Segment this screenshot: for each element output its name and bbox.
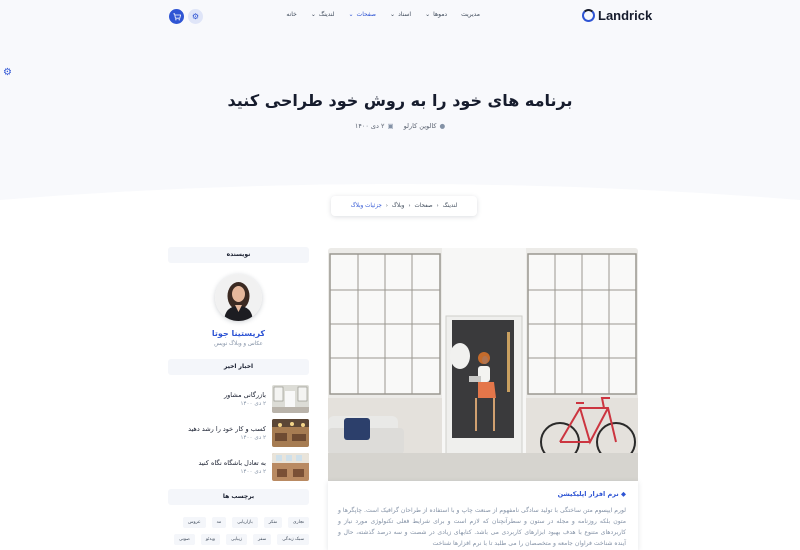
nav-item-admin[interactable]: مدیریت: [461, 11, 480, 18]
chevron-down-icon: ⌄: [390, 10, 396, 18]
user-icon: ●: [439, 122, 446, 130]
avatar-image: [215, 274, 262, 321]
author-avatar[interactable]: [215, 274, 262, 321]
recent-post[interactable]: بازرگانی مشاور ۲ دی ۱۴۰۰: [168, 385, 309, 413]
cart-icon: [172, 12, 181, 20]
tag[interactable]: مد: [211, 517, 227, 528]
tag[interactable]: تفکر: [263, 517, 283, 528]
chevron-left-icon: ‹: [385, 203, 388, 209]
logo-text: Landrick: [598, 8, 653, 23]
tags-heading: برچسب ها: [168, 489, 309, 505]
tag[interactable]: بازاریابی: [232, 517, 258, 528]
logo-icon: [582, 9, 595, 22]
article-text: لورم ایپسوم متن ساختگی با تولید سادگی نا…: [338, 507, 626, 547]
breadcrumb-item[interactable]: لندینگ: [443, 203, 458, 209]
tag-icon: ◆: [618, 490, 626, 498]
post-date: ▣۲ دی ۱۴۰۰: [354, 122, 394, 130]
author-name[interactable]: کریستینا جوتا: [168, 329, 309, 338]
nav-item-landing[interactable]: لندینگ ⌄: [311, 11, 335, 18]
tag[interactable]: عروس: [183, 517, 206, 528]
sidebar: نویسنده کریستینا جوتا عکاس و وبلاگ نویس …: [168, 247, 309, 545]
breadcrumb-current: جزئیات وبلاگ: [350, 203, 382, 209]
article-category[interactable]: ◆ نرم افزار اپلیکیشن: [558, 490, 626, 498]
recent-post-title: به تعادل باشگاه نگاه کنید: [198, 459, 266, 467]
article-body: ◆ نرم افزار اپلیکیشن لورم ایپسوم متن ساخ…: [328, 481, 638, 550]
author-heading: نویسنده: [168, 247, 309, 263]
recent-post-date: ۲ دی ۱۴۰۰: [240, 401, 266, 407]
tag[interactable]: صوتی: [174, 534, 195, 545]
chevron-down-icon: ⌄: [348, 10, 354, 18]
main-menu: خانه لندینگ ⌄ صفحات ⌄ اسناد ⌄ دموها ⌄ مدیریت: [286, 11, 480, 18]
breadcrumb-item[interactable]: وبلاگ: [392, 203, 405, 209]
recent-post-date: ۲ دی ۱۴۰۰: [240, 435, 266, 441]
navbar: Landrick خانه لندینگ ⌄ صفحات ⌄ اسناد ⌄ دموه…: [0, 0, 800, 34]
recent-news-heading: اخبار اخیر: [168, 359, 309, 375]
recent-post-date: ۲ دی ۱۴۰۰: [240, 469, 266, 475]
calendar-icon: ▣: [387, 122, 394, 130]
side-settings-gear-icon[interactable]: ⚙: [3, 67, 14, 78]
tag[interactable]: تجاری: [288, 517, 309, 528]
recent-post-thumbnail: [272, 385, 309, 413]
post-author: ●کالوین کارلو: [403, 122, 446, 130]
tag[interactable]: زیبایی: [226, 534, 247, 545]
gear-icon: ⚙: [191, 12, 200, 21]
article-image: [328, 248, 638, 481]
nav-item-docs[interactable]: اسناد ⌄: [390, 11, 411, 18]
chevron-left-icon: ‹: [436, 203, 439, 209]
nav-item-pages[interactable]: صفحات ⌄: [349, 11, 377, 18]
post-meta: ●کالوین کارلو ▣۲ دی ۱۴۰۰: [0, 122, 800, 130]
settings-button[interactable]: ⚙: [188, 9, 203, 24]
author-role: عکاس و وبلاگ نویس: [214, 341, 263, 347]
tag[interactable]: سفر: [252, 534, 272, 545]
breadcrumb-item[interactable]: صفحات: [415, 203, 433, 209]
nav-item-demos[interactable]: دموها ⌄: [425, 11, 447, 18]
recent-post[interactable]: به تعادل باشگاه نگاه کنید ۲ دی ۱۴۰۰: [168, 453, 309, 481]
chevron-down-icon: ⌄: [425, 10, 431, 18]
logo[interactable]: Landrick: [582, 8, 652, 23]
chevron-left-icon: ‹: [408, 203, 411, 209]
recent-post-title: بازرگانی مشاور: [224, 391, 266, 399]
tag-cloud: تجاری تفکر بازاریابی مد عروس سبک زندگی س…: [172, 517, 309, 545]
recent-post-thumbnail: [272, 419, 309, 447]
tag[interactable]: ویدئو: [200, 534, 221, 545]
nav-item-home[interactable]: خانه: [286, 11, 296, 18]
tag[interactable]: سبک زندگی: [277, 534, 309, 545]
recent-post[interactable]: کسب و کار خود را رشد دهید ۲ دی ۱۴۰۰: [168, 419, 309, 447]
recent-post-thumbnail: [272, 453, 309, 481]
chevron-down-icon: ⌄: [310, 10, 316, 18]
cart-button[interactable]: [169, 9, 184, 24]
recent-post-title: کسب و کار خود را رشد دهید: [188, 425, 266, 433]
page-title: برنامه های خود را به روش خود طراحی کنید: [227, 91, 573, 110]
breadcrumb: لندینگ ‹ صفحات ‹ وبلاگ ‹ جزئیات وبلاگ: [331, 196, 477, 216]
